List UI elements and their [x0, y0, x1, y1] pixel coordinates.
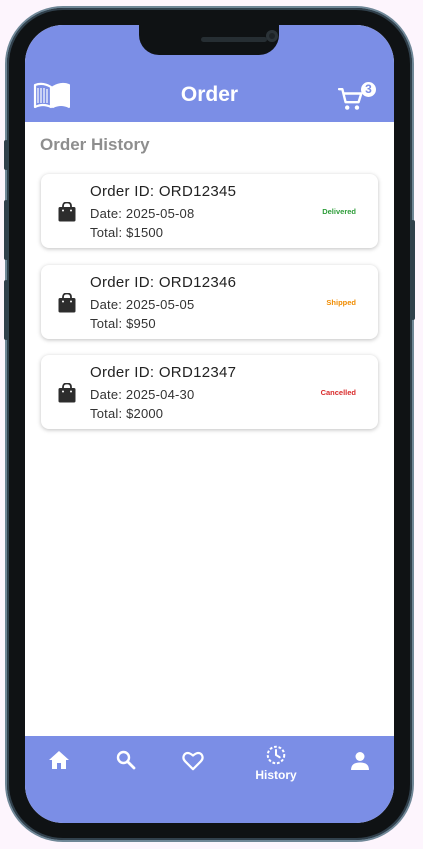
shopping-bag-icon [58, 383, 76, 403]
order-total: Total: $1500 [90, 225, 164, 240]
cart-icon [338, 87, 363, 110]
screen: Order 3 Order History Order ID: ORD12345… [25, 25, 394, 823]
history-icon [266, 745, 286, 765]
order-total: Total: $2000 [90, 406, 164, 421]
order-id: Order ID: ORD12346 [90, 274, 237, 291]
speaker [201, 37, 267, 42]
volume-down-button [4, 280, 8, 340]
nav-history[interactable]: History [246, 736, 306, 796]
shopping-bag-icon [58, 293, 76, 313]
nav-profile[interactable] [330, 736, 390, 796]
cart-count-badge: 3 [361, 82, 376, 97]
bottom-nav: History [25, 736, 394, 823]
person-icon [351, 752, 369, 770]
order-card[interactable]: Order ID: ORD12345 Date: 2025-05-08 Tota… [41, 174, 378, 248]
power-button [411, 220, 415, 320]
order-card[interactable]: Order ID: ORD12347 Date: 2025-04-30 Tota… [41, 355, 378, 429]
home-icon [49, 751, 69, 769]
volume-up-button [4, 200, 8, 260]
nav-search[interactable] [96, 736, 156, 796]
order-status: Cancelled [320, 388, 356, 397]
cart-button[interactable]: 3 [338, 81, 382, 117]
order-total: Total: $950 [90, 316, 156, 331]
mute-switch [4, 140, 8, 170]
order-date: Date: 2025-05-08 [90, 206, 195, 221]
order-status: Shipped [326, 298, 356, 307]
order-card[interactable]: Order ID: ORD12346 Date: 2025-05-05 Tota… [41, 265, 378, 339]
order-id: Order ID: ORD12347 [90, 364, 237, 381]
shopping-bag-icon [58, 202, 76, 222]
heart-icon [182, 751, 204, 771]
camera [266, 30, 278, 42]
order-status: Delivered [322, 207, 356, 216]
order-id: Order ID: ORD12345 [90, 183, 237, 200]
section-title: Order History [40, 135, 150, 154]
order-date: Date: 2025-05-05 [90, 297, 195, 312]
search-icon [116, 750, 136, 770]
nav-home[interactable] [29, 736, 89, 796]
nav-favorites[interactable] [163, 736, 223, 796]
order-date: Date: 2025-04-30 [90, 387, 195, 402]
nav-history-label: History [255, 768, 297, 782]
